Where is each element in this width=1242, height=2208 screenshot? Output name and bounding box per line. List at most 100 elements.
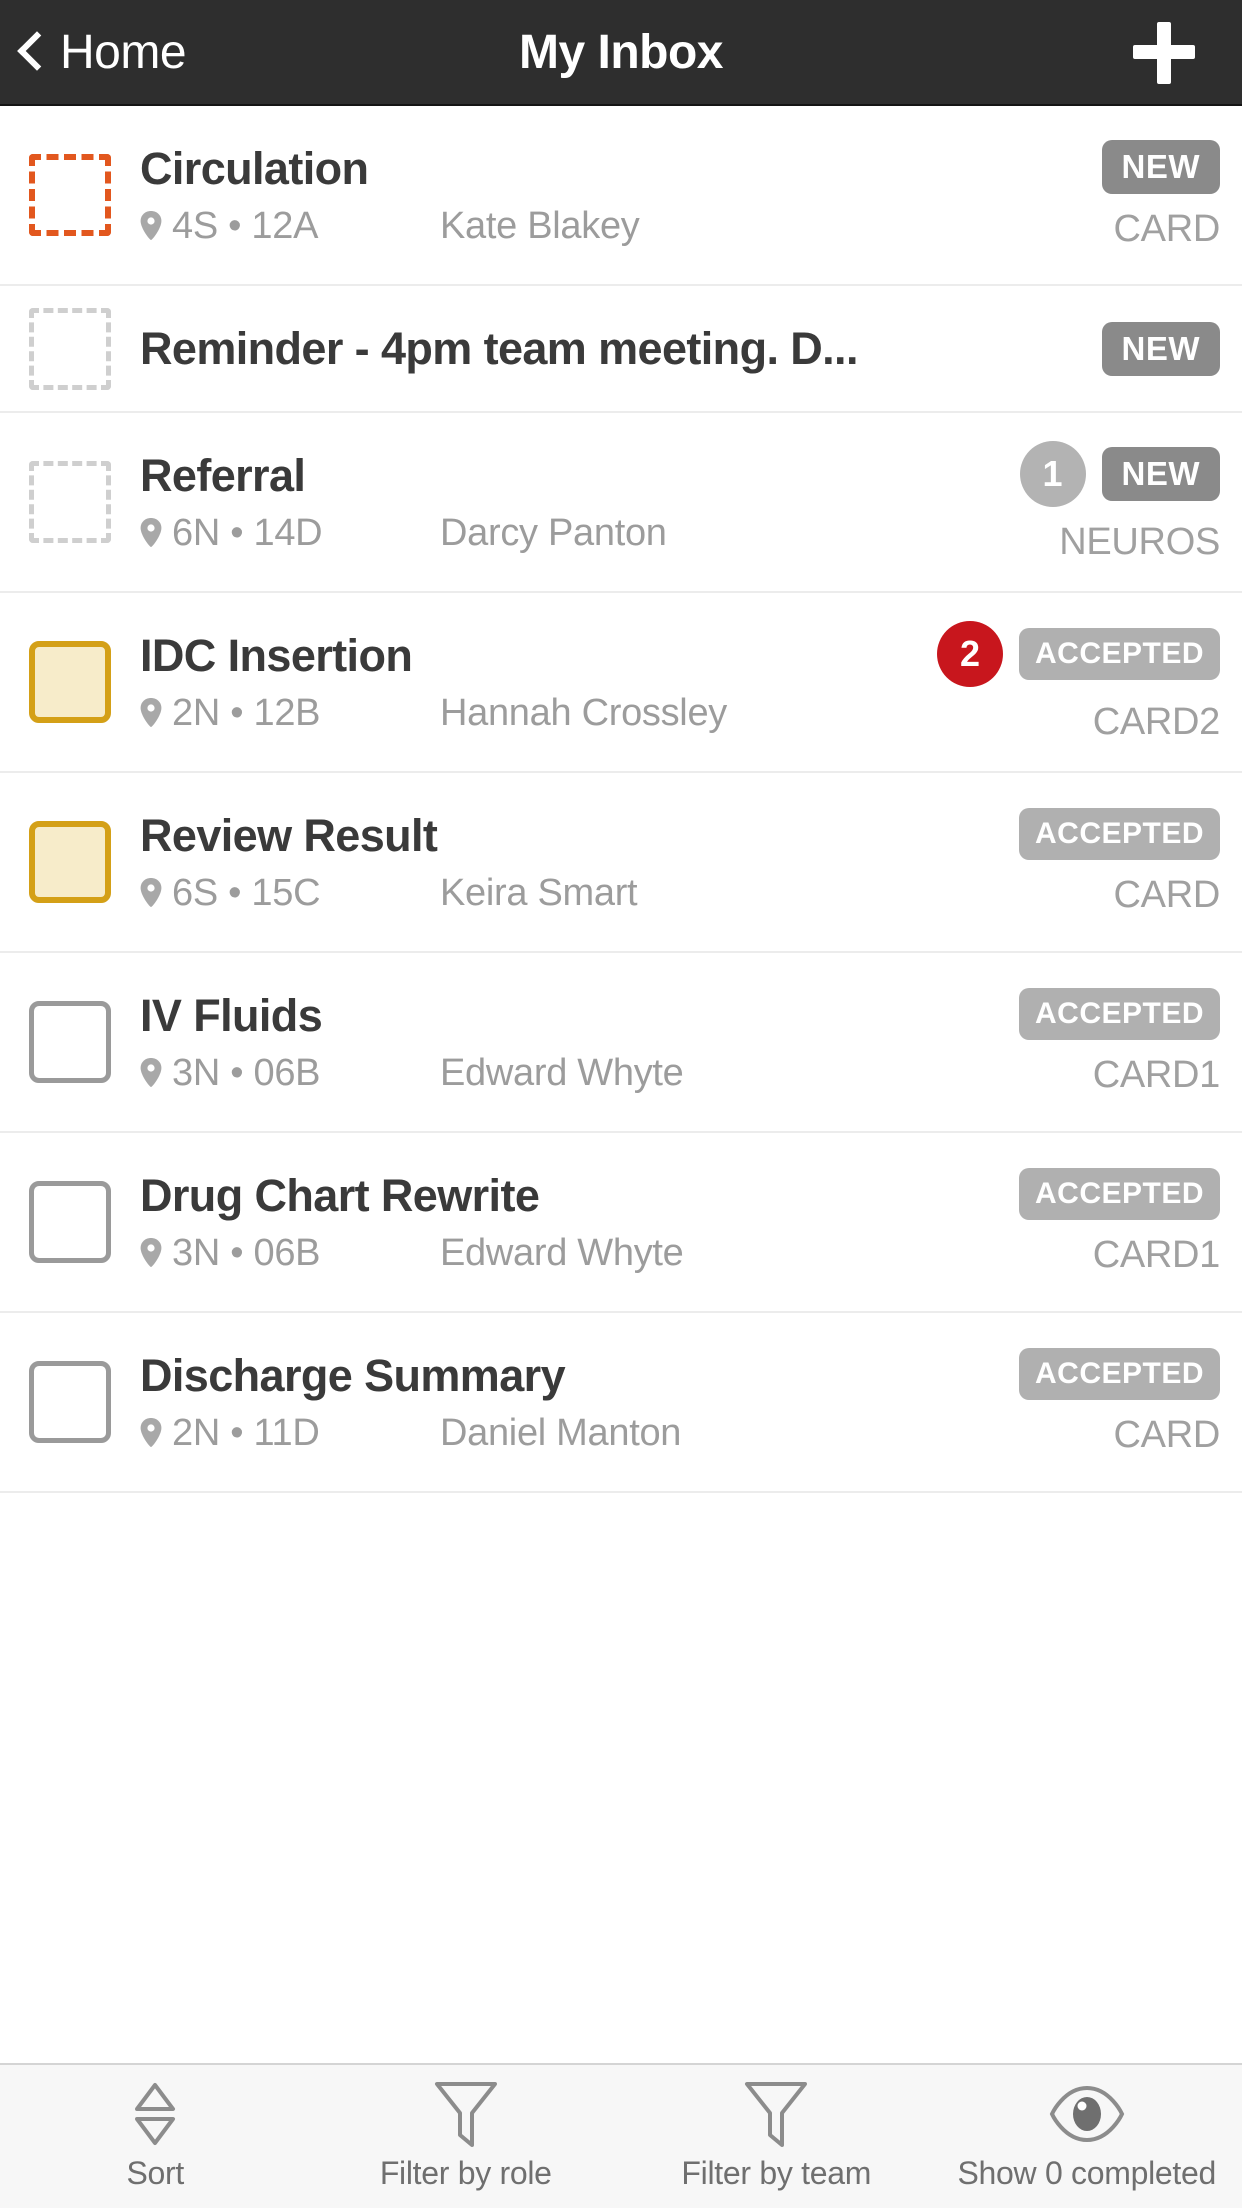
- toolbar-item-label: Show 0 completed: [957, 2155, 1217, 2191]
- status-badge: NEW: [1101, 321, 1220, 376]
- task-count-badge: 1: [1019, 440, 1086, 507]
- task-location: 3N • 06B: [140, 1232, 440, 1275]
- task-row[interactable]: IV Fluids 3N • 06B Edward Whyte ACCEPTED CAR…: [0, 953, 1242, 1133]
- task-team-label: CARD: [1113, 873, 1221, 916]
- status-badge: NEW: [1101, 446, 1220, 501]
- task-main: IV Fluids 3N • 06B Edward Whyte: [140, 990, 1019, 1095]
- task-team-label: CARD: [1113, 1413, 1221, 1456]
- task-meta: ACCEPTED CARD1: [1018, 1167, 1220, 1277]
- location-pin-icon: [140, 1058, 162, 1087]
- task-list[interactable]: Circulation 4S • 12A Kate Blakey NEW CARD Rem…: [0, 106, 1242, 2063]
- task-badge-row: ACCEPTED: [1018, 1347, 1220, 1400]
- task-checkbox-dashed-orange[interactable]: [29, 154, 111, 236]
- task-location-label: 2N • 11D: [172, 1411, 320, 1454]
- task-location-label: 6N • 14D: [172, 511, 323, 554]
- task-location: 3N • 06B: [140, 1052, 440, 1095]
- task-location: 6N • 14D: [140, 512, 440, 555]
- task-team-label: NEUROS: [1059, 520, 1220, 563]
- task-subline: 6S • 15C Keira Smart: [140, 872, 1019, 915]
- task-subline: 3N • 06B Edward Whyte: [140, 1232, 1019, 1275]
- task-patient-name: Edward Whyte: [440, 1231, 684, 1274]
- location-pin-icon: [140, 698, 162, 727]
- task-location-label: 6S • 15C: [172, 871, 321, 914]
- task-checkbox-cell[interactable]: [0, 1001, 140, 1083]
- task-count-badge: 2: [936, 620, 1003, 687]
- task-badge-row: ACCEPTED: [1018, 807, 1220, 860]
- task-title: Referral: [140, 449, 306, 501]
- toolbar-item-filter-by-role[interactable]: Filter by role: [311, 2081, 622, 2192]
- task-checkbox-plain-gray[interactable]: [29, 1181, 111, 1263]
- task-checkbox-filled-yellow[interactable]: [29, 821, 111, 903]
- toolbar-item-label: Filter by role: [379, 2155, 552, 2191]
- task-checkbox-cell[interactable]: [0, 1361, 140, 1443]
- task-main: Drug Chart Rewrite 3N • 06B Edward Whyte: [140, 1170, 1019, 1275]
- funnel-icon: [743, 2081, 809, 2147]
- toolbar-item-label: Sort: [126, 2155, 185, 2191]
- status-badge: ACCEPTED: [1018, 807, 1220, 860]
- location-pin-icon: [140, 1418, 162, 1447]
- back-button[interactable]: Home: [0, 25, 187, 80]
- status-badge: ACCEPTED: [1018, 627, 1220, 680]
- task-badge-row: NEW: [1101, 139, 1220, 194]
- task-checkbox-cell[interactable]: [0, 1181, 140, 1263]
- add-task-button[interactable]: [1128, 16, 1200, 88]
- task-title: Review Result: [140, 809, 438, 861]
- task-subline: 2N • 11D Daniel Manton: [140, 1412, 1019, 1455]
- task-checkbox-cell[interactable]: [0, 154, 140, 236]
- task-title: Discharge Summary: [140, 1349, 566, 1401]
- status-badge: ACCEPTED: [1018, 987, 1220, 1040]
- chevron-left-icon: [16, 29, 46, 75]
- task-team-label: CARD1: [1092, 1053, 1221, 1096]
- toolbar-item-sort[interactable]: Sort: [0, 2081, 311, 2192]
- bottom-toolbar: Sort Filter by role Filter by team Show 0 c…: [0, 2063, 1242, 2208]
- task-row[interactable]: Review Result 6S • 15C Keira Smart ACCEPTED…: [0, 773, 1242, 953]
- task-location-label: 3N • 06B: [172, 1051, 321, 1094]
- task-meta: ACCEPTED CARD: [1018, 807, 1221, 917]
- task-location: 4S • 12A: [140, 205, 440, 248]
- location-pin-icon: [140, 211, 162, 240]
- task-checkbox-filled-yellow[interactable]: [29, 641, 111, 723]
- task-checkbox-plain-gray[interactable]: [29, 1361, 111, 1443]
- task-meta: 2 ACCEPTED CARD2: [936, 620, 1220, 744]
- task-location: 6S • 15C: [140, 872, 440, 915]
- task-row[interactable]: Circulation 4S • 12A Kate Blakey NEW CARD: [0, 106, 1242, 286]
- task-checkbox-dashed-gray[interactable]: [29, 461, 111, 543]
- status-badge: ACCEPTED: [1018, 1167, 1220, 1220]
- task-badge-row: ACCEPTED: [1018, 987, 1220, 1040]
- task-row[interactable]: Reminder - 4pm team meeting. D... NEW: [0, 286, 1242, 413]
- task-main: Reminder - 4pm team meeting. D...: [140, 323, 1050, 375]
- task-checkbox-cell[interactable]: [0, 461, 140, 543]
- back-button-label: Home: [60, 25, 187, 79]
- task-patient-name: Darcy Panton: [440, 511, 667, 554]
- task-location: 2N • 11D: [140, 1412, 440, 1455]
- task-checkbox-cell[interactable]: [0, 821, 140, 903]
- task-row[interactable]: Drug Chart Rewrite 3N • 06B Edward Whyte AC…: [0, 1133, 1242, 1313]
- task-patient-name: Edward Whyte: [440, 1051, 684, 1094]
- toolbar-item-show-0-completed[interactable]: Show 0 completed: [932, 2081, 1242, 2192]
- task-main: IDC Insertion 2N • 12B Hannah Crossley: [140, 630, 937, 735]
- task-checkbox-cell[interactable]: [0, 641, 140, 723]
- toolbar-item-filter-by-team[interactable]: Filter by team: [621, 2081, 932, 2192]
- status-badge: ACCEPTED: [1018, 1347, 1220, 1400]
- task-row[interactable]: Discharge Summary 2N • 11D Daniel Manton AC…: [0, 1313, 1242, 1493]
- task-badge-row: NEW: [1101, 321, 1220, 376]
- task-row[interactable]: Referral 6N • 14D Darcy Panton 1 NEW NEUROS: [0, 413, 1242, 593]
- eye-icon: [1048, 2081, 1126, 2147]
- task-team-label: CARD: [1113, 207, 1221, 250]
- task-subline: 6N • 14D Darcy Panton: [140, 512, 1020, 555]
- task-checkbox-cell[interactable]: [0, 307, 140, 390]
- task-checkbox-dashed-gray[interactable]: [29, 307, 111, 390]
- task-badge-row: 2 ACCEPTED: [936, 620, 1220, 687]
- task-row[interactable]: IDC Insertion 2N • 12B Hannah Crossley 2 ACC…: [0, 593, 1242, 773]
- funnel-icon: [433, 2081, 499, 2147]
- task-title: Drug Chart Rewrite: [140, 1169, 540, 1221]
- task-main: Circulation 4S • 12A Kate Blakey: [140, 143, 1050, 248]
- task-main: Discharge Summary 2N • 11D Daniel Manton: [140, 1350, 1019, 1455]
- task-meta: NEW: [1050, 321, 1220, 376]
- task-title: IV Fluids: [140, 989, 323, 1041]
- task-checkbox-plain-gray[interactable]: [29, 1001, 111, 1083]
- task-meta: 1 NEW NEUROS: [1019, 440, 1220, 564]
- task-title: IDC Insertion: [140, 629, 413, 681]
- task-patient-name: Kate Blakey: [440, 204, 640, 247]
- task-location-label: 3N • 06B: [172, 1231, 321, 1274]
